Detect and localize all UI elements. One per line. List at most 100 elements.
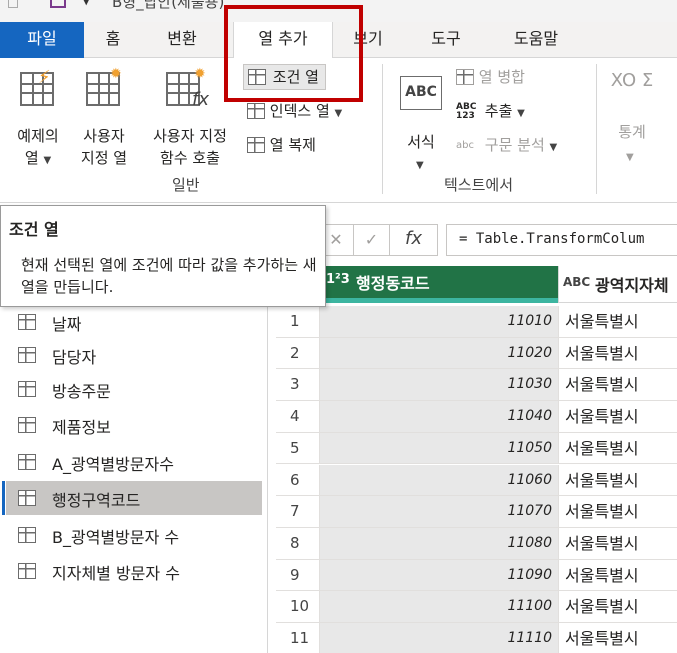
formula-input[interactable]: = Table.TransformColum [446, 224, 677, 256]
query-item-date[interactable]: 날짜 [6, 305, 262, 339]
tab-home[interactable]: 홈 [88, 22, 138, 58]
tab-file[interactable]: 파일 [0, 22, 84, 58]
table-icon [18, 417, 36, 433]
parse-button[interactable]: abc 구문 분석 ▼ [456, 134, 557, 159]
query-item-manager[interactable]: 담당자 [6, 338, 262, 372]
tab-help[interactable]: 도움말 [498, 22, 574, 58]
index-column-label: 인덱스 열 [269, 102, 330, 120]
format-button[interactable]: ABC 서식 ▼ [392, 68, 450, 172]
table-row[interactable]: 6 11060 서울특별시 [276, 464, 677, 497]
table-row[interactable]: 1 11010 서울특별시 [276, 306, 677, 338]
table-row[interactable]: 4 11040 서울특별시 [276, 401, 677, 433]
table-row[interactable]: 5 11050 서울특별시 [276, 432, 677, 465]
group-label-general: 일반 [172, 176, 200, 194]
row-number: 5 [276, 432, 320, 464]
table-row[interactable]: 7 11070 서울특별시 [276, 496, 677, 528]
chevron-down-icon: ▼ [517, 108, 525, 119]
cell-region[interactable]: 서울특별시 [558, 306, 677, 337]
save-icon[interactable] [50, 0, 66, 8]
cell-admin-code[interactable]: 11090 [320, 559, 558, 591]
merge-columns-button[interactable]: 열 병합 [456, 66, 525, 88]
chevron-down-icon: ▼ [416, 160, 424, 171]
cell-admin-code[interactable]: 11050 [320, 432, 558, 464]
table-row[interactable]: 2 11020 서울특별시 [276, 337, 677, 370]
table-row[interactable]: 9 11090 서울특별시 [276, 559, 677, 592]
column-header-region[interactable]: ABC 광역지자체 [558, 266, 677, 303]
group-label-from-text: 텍스트에서 [444, 176, 514, 194]
table-icon [18, 454, 36, 470]
quick-access-dropdown-icon[interactable]: ▼ [82, 0, 90, 7]
chevron-down-icon: ▼ [43, 155, 52, 166]
table-row[interactable]: 11 11110 서울특별시 [276, 623, 677, 653]
table-icon [18, 314, 36, 330]
statistics-label: 통계 [618, 123, 646, 141]
cell-admin-code[interactable]: 11060 [320, 464, 558, 496]
query-label: A_광역별방문자수 [52, 455, 174, 474]
cell-region[interactable]: 서울특별시 [558, 527, 677, 559]
query-item-product-info[interactable]: 제품정보 [6, 408, 262, 442]
cell-region[interactable]: 서울특별시 [558, 496, 677, 527]
extract-label: 추출 [484, 102, 513, 120]
text-type-icon[interactable]: ABC [563, 275, 590, 289]
cell-region[interactable]: 서울특별시 [558, 369, 677, 401]
table-icon [18, 347, 36, 363]
query-item-broadcast-orders[interactable]: 방송주문 [6, 372, 262, 406]
duplicate-column-icon [247, 137, 265, 153]
cell-admin-code[interactable]: 11040 [320, 401, 558, 432]
tab-tools[interactable]: 도구 [416, 22, 476, 58]
cell-region[interactable]: 서울특별시 [558, 464, 677, 496]
row-number: 7 [276, 496, 320, 527]
sparkle-icon: ✹ [194, 66, 206, 82]
cell-admin-code[interactable]: 11110 [320, 623, 558, 653]
cell-admin-code[interactable]: 11020 [320, 337, 558, 369]
confirm-formula-button[interactable]: ✓ [354, 224, 390, 256]
query-label: 담당자 [52, 348, 97, 367]
table-row[interactable]: 10 11100 서울특별시 [276, 591, 677, 623]
cell-region[interactable]: 서울특별시 [558, 401, 677, 432]
table-row[interactable]: 3 11030 서울특별시 [276, 369, 677, 402]
cell-admin-code[interactable]: 11100 [320, 591, 558, 622]
index-column-button[interactable]: 인덱스 열 ▼ [247, 100, 342, 125]
statistics-button[interactable]: XO Σ 통계 ▼ [604, 68, 660, 172]
column-from-examples-button[interactable]: ⚡ 예제의 열 ▼ [8, 68, 68, 172]
row-number: 9 [276, 559, 320, 591]
table-row[interactable]: 8 11080 서울특별시 [276, 527, 677, 560]
cell-admin-code[interactable]: 11070 [320, 496, 558, 527]
insert-function-button[interactable]: fx [390, 224, 438, 256]
parse-icon: abc [456, 139, 474, 151]
cell-admin-code[interactable]: 11010 [320, 306, 558, 337]
number-type-icon[interactable]: 1²3 [326, 272, 350, 287]
extract-button[interactable]: ABC 123 추출 ▼ [456, 100, 525, 125]
custom-column-button[interactable]: ✹ 사용자 지정 열 [72, 66, 136, 172]
query-item-local-visitors[interactable]: 지자체별 방문자 수 [6, 554, 262, 588]
cell-region[interactable]: 서울특별시 [558, 337, 677, 369]
parse-label: 구문 분석 [484, 136, 545, 154]
extract-icon: ABC 123 [456, 101, 477, 121]
cell-region[interactable]: 서울특별시 [558, 623, 677, 653]
cell-region[interactable]: 서울특별시 [558, 559, 677, 591]
cell-admin-code[interactable]: 11080 [320, 527, 558, 559]
format-label: 서식 [407, 133, 435, 151]
sparkle-icon: ✹ [110, 66, 122, 82]
row-number: 4 [276, 401, 320, 432]
window-title: B형_답안(제출용) [112, 0, 225, 11]
custom-column-label-1: 사용자 [83, 127, 125, 145]
query-item-b-visitors[interactable]: B_광역별방문자 수 [6, 518, 262, 552]
duplicate-column-button[interactable]: 열 복제 [247, 134, 316, 156]
query-label: 행정구역코드 [52, 491, 141, 510]
query-label: 제품정보 [52, 418, 111, 437]
query-item-admin-codes[interactable]: 행정구역코드 [2, 481, 262, 515]
cell-region[interactable]: 서울특별시 [558, 591, 677, 622]
column-header-admin-code[interactable]: 1²3 행정동코드 ▼ [320, 266, 595, 298]
function-icon: fx [192, 89, 209, 110]
ribbon-separator [596, 64, 597, 194]
chevron-down-icon: ▼ [549, 142, 558, 153]
cell-admin-code[interactable]: 11030 [320, 369, 558, 401]
tab-transform[interactable]: 변환 [150, 22, 214, 58]
column-header-label: 행정동코드 [356, 274, 430, 293]
query-item-a-visitors[interactable]: A_광역별방문자수 [6, 445, 262, 479]
cell-region[interactable]: 서울특별시 [558, 432, 677, 464]
row-number: 10 [276, 591, 320, 622]
column-header-label: 광역지자체 [595, 276, 669, 295]
row-number: 11 [276, 623, 320, 653]
